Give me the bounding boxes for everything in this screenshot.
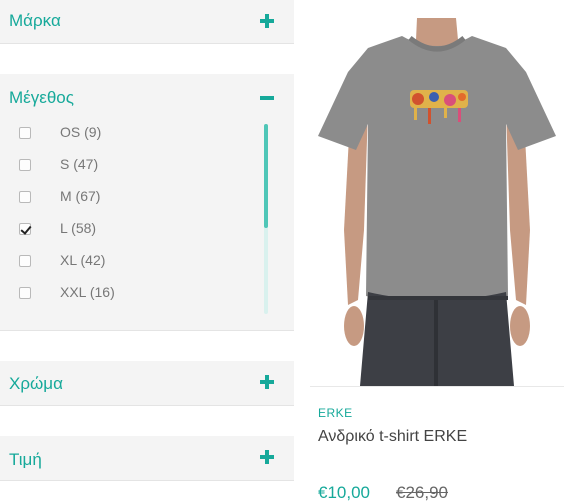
- product-old-price: €26,90: [396, 483, 448, 502]
- checkbox[interactable]: [19, 191, 31, 203]
- filter-brand-title: Μάρκα: [9, 11, 61, 30]
- checkbox[interactable]: [19, 287, 31, 299]
- product-price: €10,00: [318, 483, 370, 502]
- filter-price-panel: Τιμή: [0, 436, 294, 481]
- size-option-label: XL (42): [60, 252, 106, 268]
- filter-brand-panel: Μάρκα: [0, 0, 294, 44]
- filter-price-title: Τιμή: [9, 450, 42, 469]
- filter-color-header[interactable]: Χρώμα: [0, 361, 294, 405]
- filter-size-panel: Μέγεθος OS (9) S (47) M (67) L (58) XL (…: [0, 74, 294, 331]
- size-option-xl[interactable]: XL (42): [0, 250, 240, 274]
- product-divider: [310, 386, 564, 387]
- size-option-os[interactable]: OS (9): [0, 122, 240, 146]
- filter-color-title: Χρώμα: [9, 374, 63, 393]
- size-option-s[interactable]: S (47): [0, 154, 240, 178]
- size-option-label: XXL (16): [60, 284, 115, 300]
- size-option-label: S (47): [60, 156, 99, 172]
- size-option-m[interactable]: M (67): [0, 186, 240, 210]
- checkbox-checked[interactable]: [19, 223, 31, 235]
- checkbox[interactable]: [19, 127, 31, 139]
- size-option-label: M (67): [60, 188, 101, 204]
- size-list-scrollbar[interactable]: [264, 124, 268, 314]
- product-name[interactable]: Ανδρικό t-shirt ERKE: [318, 428, 467, 446]
- size-options-list: OS (9) S (47) M (67) L (58) XL (42) XXL …: [0, 122, 260, 322]
- filter-size-title: Μέγεθος: [9, 88, 74, 107]
- checkbox[interactable]: [19, 159, 31, 171]
- filter-size-header[interactable]: Μέγεθος: [0, 74, 294, 118]
- size-option-label: OS (9): [60, 124, 102, 140]
- product-brand[interactable]: ERKE: [318, 406, 353, 420]
- size-option-label: L (58): [60, 220, 97, 236]
- scrollbar-thumb[interactable]: [264, 124, 268, 228]
- product-card[interactable]: ERKE Ανδρικό t-shirt ERKE €10,00 €26,90: [310, 0, 564, 503]
- filters-sidebar: Μάρκα Μέγεθος OS (9) S (47) M (67) L (58…: [0, 0, 294, 503]
- plus-icon[interactable]: [260, 375, 274, 389]
- filter-brand-header[interactable]: Μάρκα: [0, 0, 294, 44]
- size-option-xxl[interactable]: XXL (16): [0, 282, 240, 306]
- plus-icon[interactable]: [260, 450, 274, 464]
- minus-icon[interactable]: [260, 91, 274, 105]
- filter-color-panel: Χρώμα: [0, 361, 294, 406]
- size-option-l[interactable]: L (58): [0, 218, 240, 242]
- checkbox[interactable]: [19, 255, 31, 267]
- filter-price-header[interactable]: Τιμή: [0, 436, 294, 480]
- tshirt-model-image: [310, 0, 564, 386]
- product-image[interactable]: [310, 0, 564, 386]
- plus-icon[interactable]: [260, 14, 274, 28]
